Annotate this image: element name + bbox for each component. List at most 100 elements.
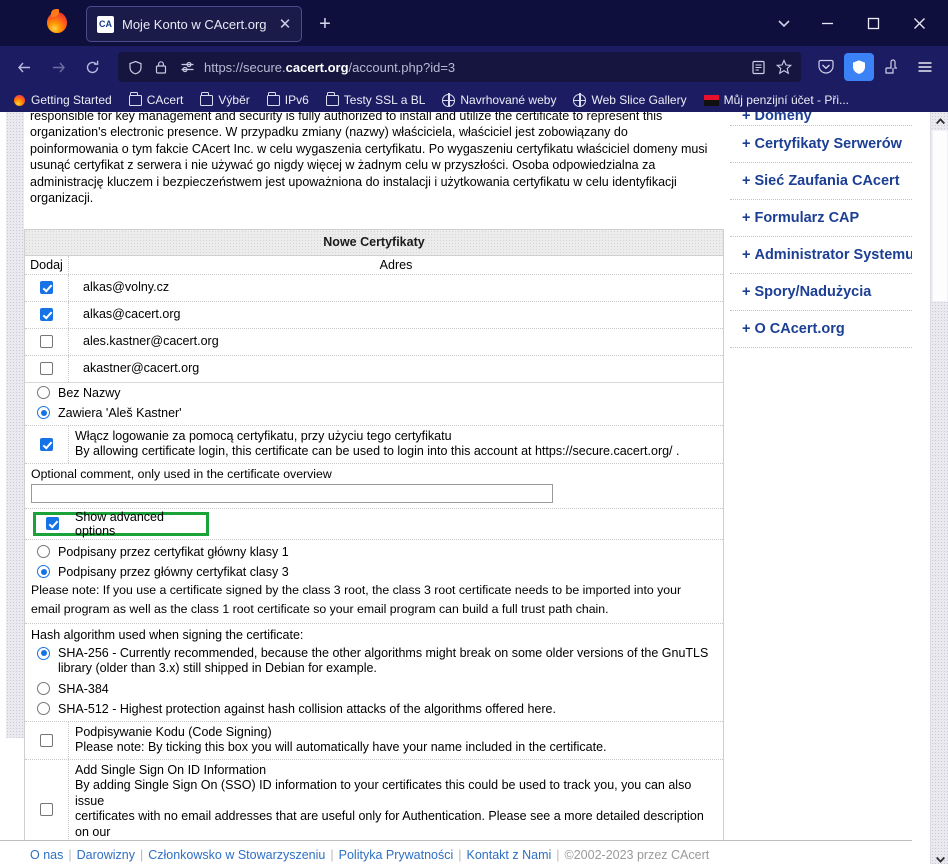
minimize-button[interactable] bbox=[804, 1, 850, 45]
footer-link-czlonkowsko[interactable]: Członkowsko w Stowarzyszeniu bbox=[148, 848, 325, 862]
show-advanced-options-highlight[interactable]: Show advanced options bbox=[33, 512, 209, 536]
scrollbar-thumb[interactable] bbox=[932, 130, 948, 302]
shield-icon bbox=[126, 58, 144, 76]
bookmark-muj-penzijni-ucet[interactable]: Můj penzijní účet - Při... bbox=[697, 91, 856, 109]
privacy-shield-icon[interactable] bbox=[844, 53, 874, 81]
scroll-down-arrow-icon[interactable] bbox=[931, 850, 948, 864]
show-advanced-options-checkbox[interactable] bbox=[46, 517, 59, 530]
hash-option-radio[interactable] bbox=[37, 647, 50, 660]
sso-checkbox[interactable] bbox=[40, 803, 53, 816]
address-checkbox-cell[interactable] bbox=[25, 302, 69, 328]
root-option-class3[interactable]: Podpisany przez główny certyfikat clasy … bbox=[25, 562, 723, 582]
chevron-down-icon[interactable] bbox=[764, 3, 804, 43]
hash-option-label: SHA-512 - Highest protection against has… bbox=[58, 702, 556, 716]
name-option-label: Zawiera 'Aleš Kastner' bbox=[58, 406, 182, 420]
address-checkbox[interactable] bbox=[40, 362, 53, 375]
sidebar-item-spory-naduzycia[interactable]: +Spory/Nadużycia bbox=[730, 274, 912, 311]
globe-icon bbox=[573, 94, 586, 107]
page-viewport: responsible for key management and secur… bbox=[0, 112, 948, 864]
hash-option-sha256[interactable]: SHA-256 - Currently recommended, because… bbox=[25, 644, 723, 679]
bookmark-navrhovane-weby[interactable]: Navrhované weby bbox=[435, 91, 563, 109]
left-decorative-strip bbox=[6, 112, 24, 738]
table-row[interactable]: akastner@cacert.org bbox=[25, 356, 723, 383]
bookmark-label: Navrhované weby bbox=[460, 93, 556, 107]
bookmark-ipv6[interactable]: IPv6 bbox=[260, 91, 316, 109]
expand-plus-icon: + bbox=[742, 247, 750, 263]
pocket-icon[interactable] bbox=[811, 53, 841, 81]
bookmark-cacert[interactable]: CAcert bbox=[122, 91, 191, 109]
address-checkbox[interactable] bbox=[40, 308, 53, 321]
scroll-up-arrow-icon[interactable] bbox=[931, 112, 948, 130]
table-row[interactable]: alkas@cacert.org bbox=[25, 302, 723, 329]
new-tab-button[interactable]: + bbox=[310, 9, 340, 39]
address-checkbox-cell[interactable] bbox=[25, 356, 69, 382]
name-option-with-name[interactable]: Zawiera 'Aleš Kastner' bbox=[25, 403, 723, 426]
hash-option-sha512[interactable]: SHA-512 - Highest protection against has… bbox=[25, 699, 723, 722]
hash-option-radio[interactable] bbox=[37, 682, 50, 695]
certificate-login-text: Włącz logowanie za pomocą certyfikatu, p… bbox=[69, 426, 723, 463]
table-row[interactable]: ales.kastner@cacert.org bbox=[25, 329, 723, 356]
sidebar-item-certyfikaty-serwerow[interactable]: +Certyfikaty Serwerów bbox=[730, 126, 912, 163]
close-icon[interactable]: ✕ bbox=[275, 14, 295, 34]
close-window-button[interactable] bbox=[896, 1, 942, 45]
folder-icon bbox=[200, 95, 213, 106]
app-menu-icon[interactable] bbox=[910, 53, 940, 81]
root-option-radio[interactable] bbox=[37, 545, 50, 558]
root-option-radio[interactable] bbox=[37, 565, 50, 578]
bookmark-label: Getting Started bbox=[31, 93, 112, 107]
code-signing-checkbox-cell[interactable] bbox=[25, 722, 69, 759]
root-note-line2: email program as well as the class 1 roo… bbox=[25, 601, 723, 624]
address-bar[interactable]: https://secure.cacert.org/account.php?id… bbox=[118, 52, 801, 82]
bookmark-testy-ssl[interactable]: Testy SSL a BL bbox=[319, 91, 433, 109]
back-arrow-icon[interactable] bbox=[8, 52, 40, 82]
bookmark-getting-started[interactable]: Getting Started bbox=[6, 91, 119, 109]
reload-icon[interactable] bbox=[76, 52, 108, 82]
address-checkbox[interactable] bbox=[40, 335, 53, 348]
sidebar-item-label: Formularz CAP bbox=[754, 210, 859, 226]
footer-link-polityka-prywatnosci[interactable]: Polityka Prywatności bbox=[339, 848, 454, 862]
bookmark-vyber[interactable]: Výběr bbox=[193, 91, 256, 109]
footer-link-o-nas[interactable]: O nas bbox=[30, 848, 63, 862]
address-value: ales.kastner@cacert.org bbox=[69, 329, 723, 355]
footer-separator: | bbox=[330, 848, 333, 862]
sidebar-item-domeny[interactable]: +Domeny bbox=[730, 112, 912, 126]
address-checkbox[interactable] bbox=[40, 281, 53, 294]
site-permissions-icon[interactable] bbox=[178, 58, 196, 76]
address-checkbox-cell[interactable] bbox=[25, 329, 69, 355]
root-option-class1[interactable]: Podpisany przez certyfikat główny klasy … bbox=[25, 540, 723, 562]
table-row[interactable]: alkas@volny.cz bbox=[25, 275, 723, 302]
maximize-button[interactable] bbox=[850, 1, 896, 45]
address-checkbox-cell[interactable] bbox=[25, 275, 69, 301]
sidebar-item-formularz-cap[interactable]: +Formularz CAP bbox=[730, 200, 912, 237]
hash-option-sha384[interactable]: SHA-384 bbox=[25, 679, 723, 699]
sidebar-item-siec-zaufania-cacert[interactable]: +Sieć Zaufania CAcert bbox=[730, 163, 912, 200]
vertical-scrollbar[interactable] bbox=[930, 112, 948, 864]
certificate-login-checkbox[interactable] bbox=[40, 438, 53, 451]
bookmark-star-icon[interactable] bbox=[775, 58, 793, 76]
footer-link-kontakt[interactable]: Kontakt z Nami bbox=[467, 848, 552, 862]
sso-line2: By adding Single Sign On (SSO) ID inform… bbox=[75, 778, 717, 809]
hash-option-radio[interactable] bbox=[37, 702, 50, 715]
certificate-login-row[interactable]: Włącz logowanie za pomocą certyfikatu, p… bbox=[25, 426, 723, 464]
optional-comment-input[interactable] bbox=[31, 484, 553, 503]
name-option-radio[interactable] bbox=[37, 406, 50, 419]
name-option-no-name[interactable]: Bez Nazwy bbox=[25, 383, 723, 403]
footer-separator: | bbox=[140, 848, 143, 862]
footer-link-darowizny[interactable]: Darowizny bbox=[77, 848, 135, 862]
extensions-icon[interactable] bbox=[877, 53, 907, 81]
code-signing-row[interactable]: Podpisywanie Kodu (Code Signing) Please … bbox=[25, 722, 723, 760]
bookmark-label: Web Slice Gallery bbox=[591, 93, 686, 107]
reader-mode-icon[interactable] bbox=[749, 58, 767, 76]
browser-tab[interactable]: CA Moje Konto w CAcert.org ✕ bbox=[86, 6, 302, 42]
bookmark-web-slice-gallery[interactable]: Web Slice Gallery bbox=[566, 91, 693, 109]
sidebar-item-administrator-systemu[interactable]: +Administrator Systemu bbox=[730, 237, 912, 274]
form-title: Nowe Certyfikaty bbox=[25, 230, 723, 256]
root-note-line1: Please note: If you use a certificate si… bbox=[25, 582, 723, 602]
certificate-login-checkbox-cell[interactable] bbox=[25, 426, 69, 463]
name-option-radio[interactable] bbox=[37, 386, 50, 399]
sidebar-item-o-cacert-org[interactable]: +O CAcert.org bbox=[730, 311, 912, 348]
forward-arrow-icon[interactable] bbox=[42, 52, 74, 82]
code-signing-checkbox[interactable] bbox=[40, 734, 53, 747]
firefox-logo-icon bbox=[42, 8, 72, 38]
sidebar-item-label: Certyfikaty Serwerów bbox=[754, 136, 901, 152]
